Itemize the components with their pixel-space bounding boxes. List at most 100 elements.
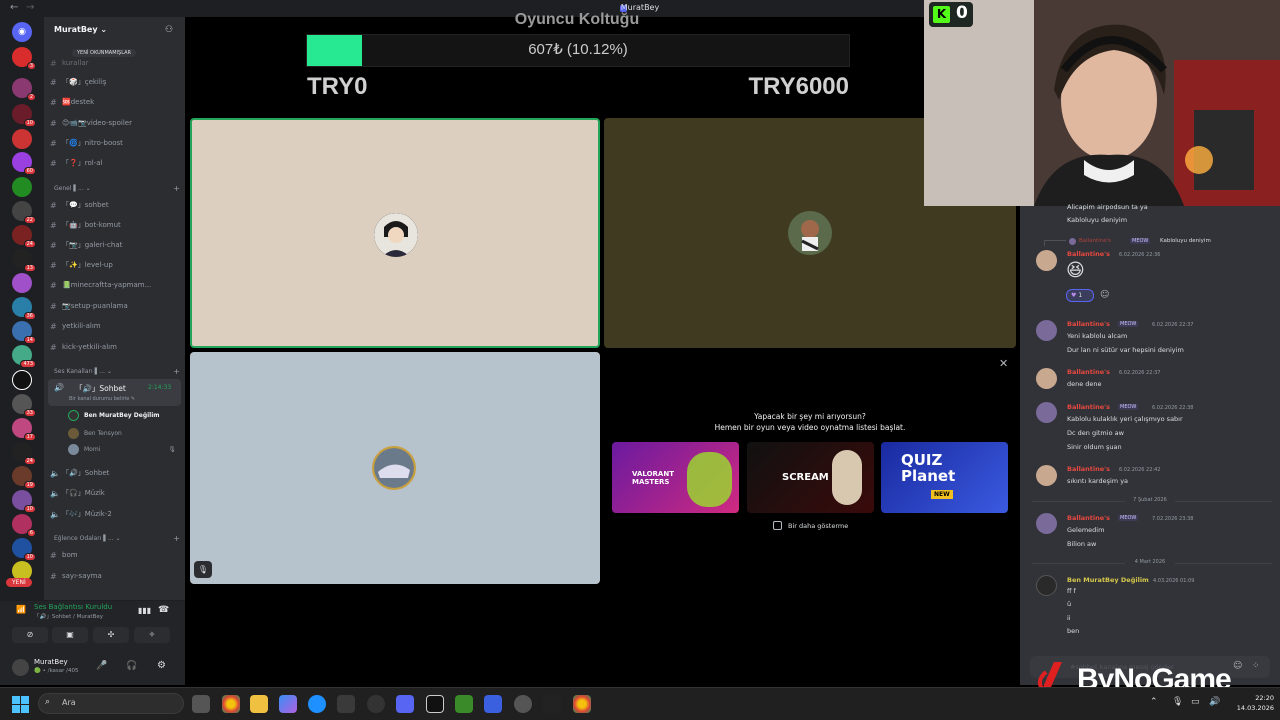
participant-tile[interactable] (190, 118, 600, 348)
message-author[interactable]: Ben MuratBey Değilim (1067, 576, 1149, 584)
voice-user[interactable]: Momi 🎙 (68, 441, 176, 457)
network-icon[interactable]: ▭ (1191, 697, 1200, 707)
app-icon[interactable] (543, 695, 561, 713)
server-icon[interactable] (12, 177, 32, 197)
server-icon[interactable]: 24 (12, 225, 36, 248)
reply-author[interactable]: Ballantine's (1079, 238, 1111, 244)
message-author[interactable]: Ballantine's (1067, 250, 1110, 258)
channel-item[interactable]: # yetkili-alım (50, 317, 180, 335)
channel-item[interactable]: # 「🤖」bot-komut (50, 216, 180, 234)
emoji-icon[interactable]: ☺ (1233, 661, 1242, 671)
discord-home-icon[interactable]: ◉ (12, 22, 32, 42)
message-author[interactable]: Ballantine's (1067, 320, 1110, 328)
user-avatar[interactable] (12, 659, 29, 676)
server-icon[interactable]: 24 (12, 442, 36, 465)
server-icon[interactable]: 19 (12, 466, 36, 489)
message-author[interactable]: Ballantine's (1067, 514, 1110, 522)
add-channel-icon[interactable]: + (173, 534, 180, 543)
channel-item[interactable]: # 😊📹📷video-spoiler (50, 114, 180, 132)
channel-item[interactable]: # 📷setup-puanlama (50, 297, 180, 315)
edge-icon[interactable] (308, 695, 326, 713)
headphones-icon[interactable]: 🎧 (126, 661, 137, 671)
channel-status[interactable]: Bir kanal durumu belirle ✎ (69, 396, 135, 402)
server-name[interactable]: MuratBey ⌄ (54, 25, 107, 34)
channel-item[interactable]: # 「❓」rol-al (50, 154, 180, 172)
category-eglence[interactable]: Eğlence Odaları ▌... ⌄ + (54, 531, 180, 545)
avatar[interactable] (1036, 320, 1057, 341)
voice-channel-item[interactable]: 🔈 「🎶」Müzik-2 (50, 505, 180, 523)
signal-icon[interactable]: 📶 (16, 605, 26, 614)
username[interactable]: MuratBey (34, 658, 68, 666)
server-icon[interactable]: 2 (12, 78, 36, 101)
server-icon[interactable] (12, 370, 32, 390)
voice-channel-item[interactable]: 🔈 「🎧」Müzik (50, 484, 180, 502)
message-author[interactable]: Ballantine's (1067, 403, 1110, 411)
chrome-icon[interactable] (573, 695, 591, 713)
reaction-chip[interactable]: ♥ 1 (1066, 289, 1094, 302)
obs-icon[interactable] (367, 695, 385, 713)
message-author[interactable]: Ballantine's (1067, 368, 1110, 376)
chrome-icon[interactable] (222, 695, 240, 713)
voice-user[interactable]: Ben MuratBey Değilim (68, 407, 160, 423)
voice-status[interactable]: Ses Bağlantısı Kuruldu (34, 603, 112, 611)
participant-tile[interactable] (190, 352, 600, 584)
server-icon[interactable] (12, 273, 32, 293)
avatar[interactable] (1036, 368, 1057, 389)
tray-chevron-icon[interactable]: ⌃ (1150, 697, 1158, 707)
voice-location[interactable]: 「🔊」Sohbet / MuratBey (34, 612, 103, 620)
close-icon[interactable]: ✕ (999, 357, 1008, 370)
game-card-scream[interactable]: SCREAM (747, 442, 874, 513)
server-icon[interactable]: 3 (12, 47, 36, 70)
channel-item[interactable]: # kick-yetkili-alım (50, 338, 180, 356)
avatar[interactable] (1036, 465, 1057, 486)
windows-start-icon[interactable] (12, 696, 29, 713)
avatar[interactable] (1036, 402, 1057, 423)
taskbar-search[interactable] (38, 693, 184, 714)
microphone-icon[interactable]: 🎤 (96, 661, 107, 671)
task-view-icon[interactable] (192, 695, 210, 713)
channel-item[interactable]: # 🆘destek (50, 93, 180, 111)
disconnect-icon[interactable]: ☎ (158, 605, 169, 615)
voice-channel-item[interactable]: 🔈 「🔊」Sohbet (50, 464, 180, 482)
channel-item[interactable]: # 「🎲」çekiliş (50, 73, 180, 91)
discord-taskbar-icon[interactable] (396, 695, 414, 713)
channel-item[interactable]: # 「✨」level-up (50, 256, 180, 274)
mic-tray-icon[interactable]: 🎙 (1172, 697, 1183, 707)
category-genel[interactable]: Genel ▌... ⌄ + (54, 181, 180, 195)
volume-icon[interactable]: 🔊 (1209, 697, 1220, 707)
server-icon[interactable]: 473 (12, 345, 36, 368)
game-card-valorant[interactable]: VALORANT MASTERS (612, 442, 739, 513)
store-icon[interactable] (337, 695, 355, 713)
noise-suppression-icon[interactable]: ▮▮▮ (138, 606, 151, 615)
add-member-icon[interactable]: ⚇ (165, 25, 173, 35)
screen-share-button[interactable]: ▣ (52, 627, 88, 643)
add-reaction-icon[interactable]: ☺ (1100, 290, 1109, 300)
channel-item[interactable]: # kurallar (50, 54, 180, 72)
soundboard-button[interactable]: ✧ (134, 627, 170, 643)
category-ses[interactable]: Ses Kanalları ▌... ⌄ + (54, 364, 180, 378)
server-icon[interactable]: 13 (12, 249, 36, 272)
copilot-icon[interactable] (279, 695, 297, 713)
voice-user[interactable]: Ben Tensyon (68, 425, 122, 441)
add-channel-icon[interactable]: + (173, 367, 180, 376)
channel-item[interactable]: # 「🌀」nitro-boost (50, 134, 180, 152)
system-clock[interactable]: 22:20 14.03.2026 (1224, 693, 1274, 713)
activities-button[interactable]: ✣ (93, 627, 129, 643)
steam-icon[interactable] (514, 695, 532, 713)
avatar[interactable] (1036, 250, 1057, 271)
server-icon[interactable]: 14 (12, 321, 36, 344)
channel-item[interactable]: # sayı-sayma (50, 567, 180, 585)
server-icon[interactable]: 10 (12, 538, 36, 561)
server-icon[interactable] (12, 129, 32, 149)
avatar[interactable] (1036, 513, 1057, 534)
server-icon[interactable]: 10 (12, 490, 36, 513)
channel-item[interactable]: # bom (50, 546, 180, 564)
channel-item[interactable]: # 📗minecraftta-yapmam... (50, 276, 180, 294)
channel-item[interactable]: # 「📷」galeri-chat (50, 236, 180, 254)
server-icon[interactable]: 10 (12, 104, 36, 127)
game-card-quiz[interactable]: QUIZ Planet NEW (881, 442, 1008, 513)
settings-gear-icon[interactable]: ⚙ (157, 660, 166, 671)
server-icon[interactable]: 17 (12, 418, 36, 441)
apps-icon[interactable]: ⁘ (1252, 661, 1260, 671)
dont-show-again-checkbox[interactable]: Bir daha gösterme (773, 521, 848, 530)
